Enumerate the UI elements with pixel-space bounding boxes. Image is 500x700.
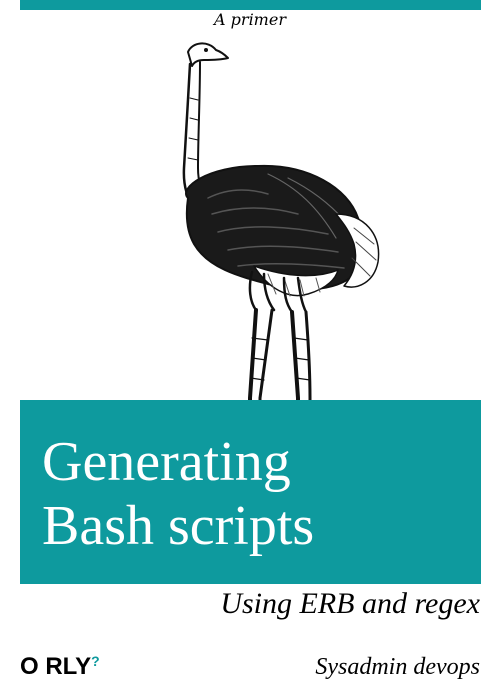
book-author: Sysadmin devops [315, 654, 480, 680]
book-cover: A primer Generating Bash scripts Using E… [0, 0, 500, 700]
ostrich-illustration [182, 42, 380, 427]
book-title: Generating Bash scripts [42, 430, 472, 558]
publisher-question-mark: ? [91, 653, 100, 669]
book-subtitle: Using ERB and regex [220, 587, 480, 620]
title-band: Generating Bash scripts [20, 400, 481, 584]
publisher-logo: O RLY? [20, 652, 100, 682]
top-accent-bar [20, 0, 481, 10]
tagline: A primer [214, 10, 286, 29]
title-line-2: Bash scripts [42, 495, 315, 557]
title-line-1: Generating [42, 431, 291, 493]
publisher-name: O RLY [20, 653, 92, 680]
